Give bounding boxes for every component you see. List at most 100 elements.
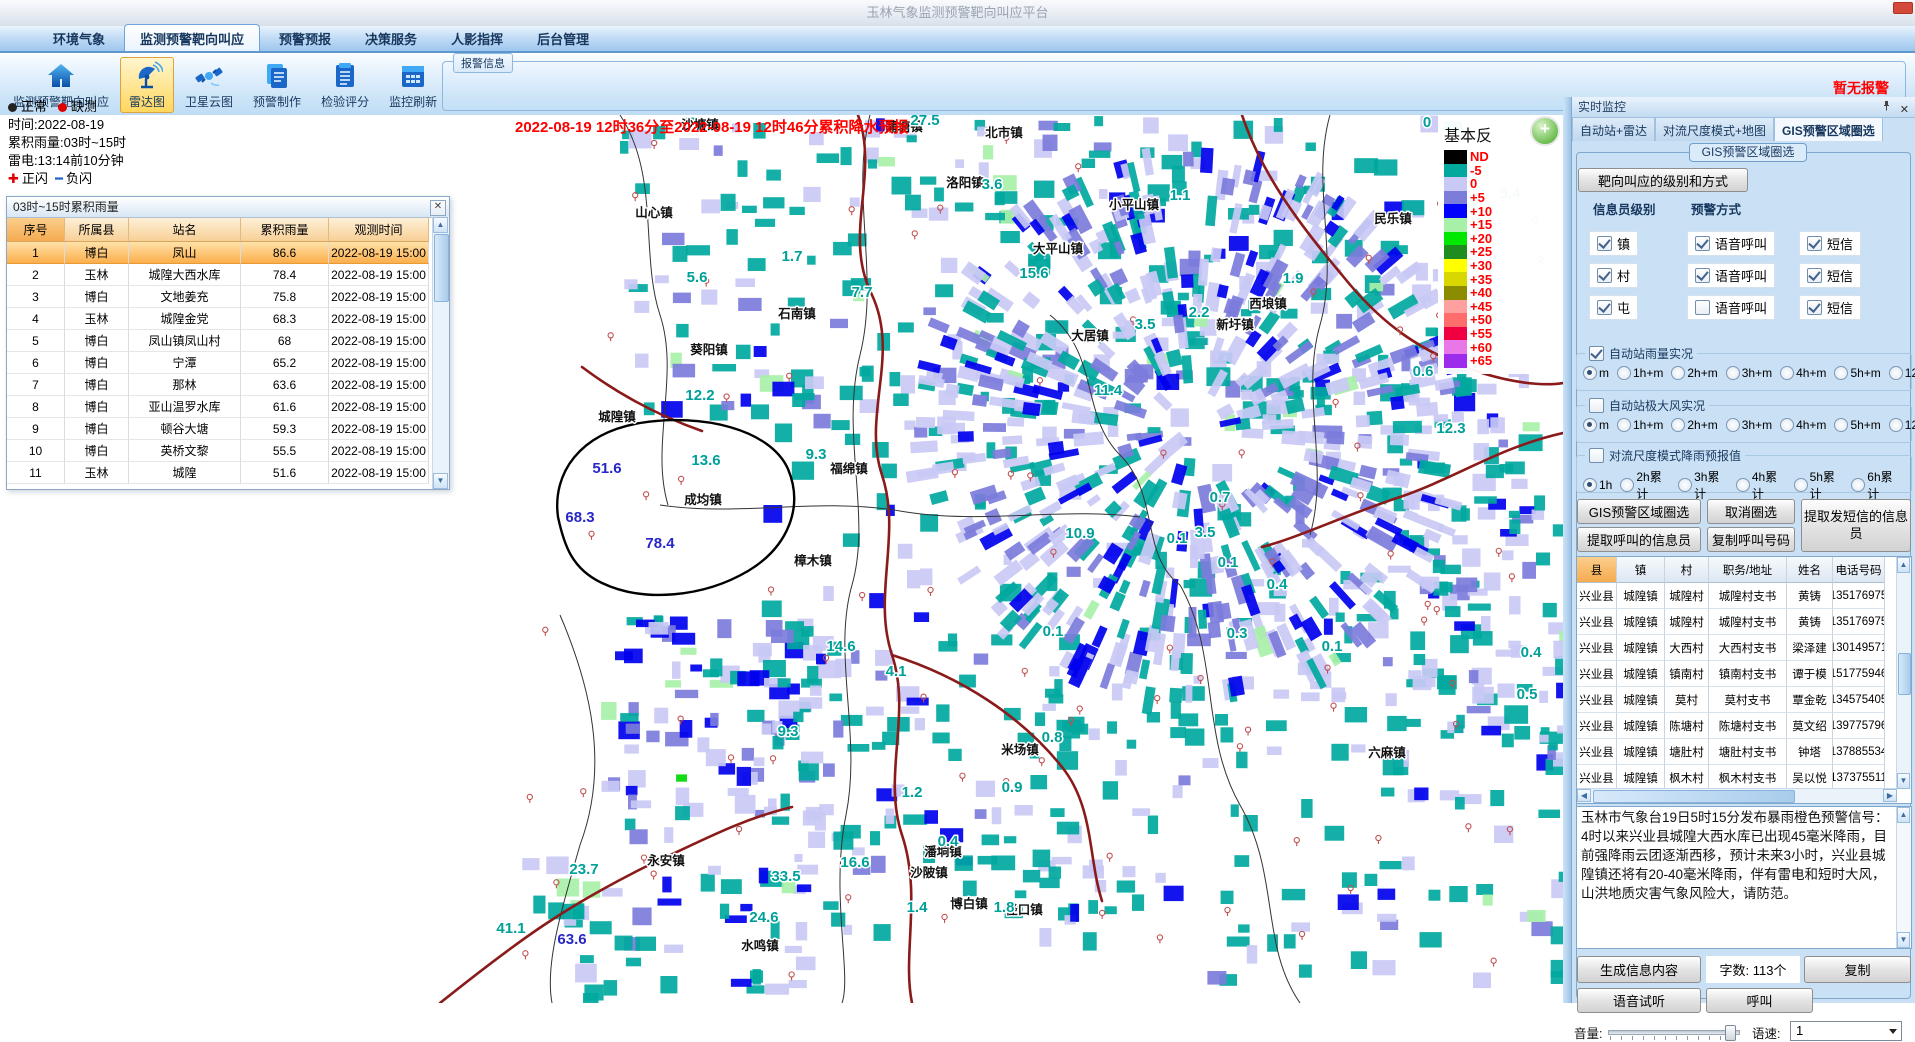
- message-scrollbar[interactable]: ▲ ▼: [1896, 807, 1911, 948]
- scroll-down-icon[interactable]: ▼: [1897, 932, 1910, 948]
- table-row[interactable]: 10博白英桥文黎55.52022-08-19 15:00: [7, 440, 449, 462]
- tool-雷达图[interactable]: 雷达图: [120, 57, 174, 113]
- tab-GIS预警区域圈选[interactable]: GIS预警区域圈选: [1774, 117, 1883, 141]
- scroll-left-icon[interactable]: ◀: [1577, 789, 1591, 802]
- checkbox-icon[interactable]: [1695, 268, 1710, 283]
- gis-select-button[interactable]: GIS预警区域圈选: [1577, 499, 1701, 524]
- radio-icon[interactable]: [1780, 418, 1794, 432]
- radio-icon[interactable]: [1617, 418, 1631, 432]
- copy-button[interactable]: 复制: [1804, 956, 1911, 983]
- sms-checkbox-镇[interactable]: 短信: [1799, 231, 1861, 256]
- menu-tab-环境气象[interactable]: 环境气象: [38, 25, 120, 51]
- slider-handle[interactable]: [1725, 1025, 1736, 1041]
- model-group-checkbox[interactable]: [1589, 448, 1604, 463]
- radio-icon[interactable]: [1583, 478, 1597, 492]
- radio-2h+m[interactable]: 2h+m: [1671, 418, 1717, 432]
- menu-tab-决策服务[interactable]: 决策服务: [350, 25, 432, 51]
- radio-icon[interactable]: [1671, 366, 1685, 380]
- voice-checkbox-镇[interactable]: 语音呼叫: [1687, 231, 1775, 256]
- table-row[interactable]: 兴业县城隍镇城隍村城隍村支书黄铸135176975: [1577, 609, 1911, 635]
- voice-preview-button[interactable]: 语音试听: [1577, 988, 1701, 1013]
- radio-icon[interactable]: [1889, 366, 1903, 380]
- sms-checkbox-屯[interactable]: 短信: [1799, 295, 1861, 320]
- checkbox-icon[interactable]: [1597, 236, 1612, 251]
- radio-icon[interactable]: [1726, 418, 1740, 432]
- table-row[interactable]: 兴业县城隍镇塘肚村塘肚村支书钟塔137885534: [1577, 739, 1911, 765]
- rain-table-scrollbar[interactable]: ▲ ▼: [432, 217, 449, 489]
- radio-1h+m[interactable]: 1h+m: [1617, 418, 1663, 432]
- radio-4h+m[interactable]: 4h+m: [1780, 418, 1826, 432]
- warning-message-box[interactable]: 玉林市气象台19日5时15分发布暴雨橙色预警信号：4时以来兴业县城隍大西水库已出…: [1576, 806, 1912, 949]
- radio-icon[interactable]: [1671, 418, 1685, 432]
- volume-slider[interactable]: [1608, 1025, 1740, 1041]
- table-row[interactable]: 4玉林城隍金党68.32022-08-19 15:00: [7, 308, 449, 330]
- tool-检验评分[interactable]: 检验评分: [312, 57, 378, 113]
- sms-checkbox-村[interactable]: 短信: [1799, 263, 1861, 288]
- checkbox-icon[interactable]: [1807, 236, 1822, 251]
- scrollbar-thumb[interactable]: [434, 234, 449, 302]
- checkbox-icon[interactable]: [1597, 300, 1612, 315]
- table-row[interactable]: 11玉林城隍51.62022-08-19 15:00: [7, 462, 449, 484]
- menu-tab-人影指挥[interactable]: 人影指挥: [436, 25, 518, 51]
- scroll-down-icon[interactable]: ▼: [433, 473, 448, 489]
- radio-icon[interactable]: [1726, 366, 1740, 380]
- table-row[interactable]: 2玉林城隍大西水库78.42022-08-19 15:00: [7, 264, 449, 286]
- close-icon[interactable]: ✕: [430, 200, 446, 216]
- radio-3h+m[interactable]: 3h+m: [1726, 418, 1772, 432]
- table-row[interactable]: 8博白亚山温罗水库61.62022-08-19 15:00: [7, 396, 449, 418]
- checkbox-icon[interactable]: [1807, 300, 1822, 315]
- radio-icon[interactable]: [1583, 418, 1597, 432]
- tab-自动站+雷达[interactable]: 自动站+雷达: [1572, 117, 1655, 141]
- radio-5h+m[interactable]: 5h+m: [1834, 418, 1880, 432]
- radio-icon[interactable]: [1678, 478, 1692, 492]
- level-checkbox-村[interactable]: 村: [1589, 263, 1638, 288]
- pin-icon[interactable]: [1881, 100, 1892, 111]
- radio-1h+m[interactable]: 1h+m: [1617, 366, 1663, 380]
- wind-group-checkbox[interactable]: [1589, 398, 1604, 413]
- radio-5h累计[interactable]: 5h累计: [1794, 468, 1844, 502]
- rain-col-header[interactable]: 序号: [7, 218, 65, 242]
- cancel-select-button[interactable]: 取消圈选: [1707, 499, 1795, 524]
- rain-group-checkbox[interactable]: [1589, 346, 1604, 361]
- radio-4h累计[interactable]: 4h累计: [1736, 468, 1786, 502]
- table-row[interactable]: 兴业县城隍镇陈塘村陈塘村支书莫文绍139775796: [1577, 713, 1911, 739]
- table-row[interactable]: 兴业县城隍镇城隍村城隍村支书黄铸135176975: [1577, 583, 1911, 609]
- table-row[interactable]: 1博白凤山86.62022-08-19 15:00: [7, 242, 449, 264]
- radio-3h+m[interactable]: 3h+m: [1726, 366, 1772, 380]
- radio-icon[interactable]: [1834, 366, 1848, 380]
- menu-tab-预警预报[interactable]: 预警预报: [264, 25, 346, 51]
- speed-dropdown[interactable]: 1: [1790, 1021, 1902, 1041]
- radio-icon[interactable]: [1583, 366, 1597, 380]
- table-row[interactable]: 兴业县城隍镇莫村莫村支书覃金乾134575405: [1577, 687, 1911, 713]
- radio-4h+m[interactable]: 4h+m: [1780, 366, 1826, 380]
- contact-col-header[interactable]: 村: [1665, 557, 1709, 583]
- checkbox-icon[interactable]: [1695, 300, 1710, 315]
- scroll-right-icon[interactable]: ▶: [1883, 789, 1897, 802]
- radio-icon[interactable]: [1794, 478, 1808, 492]
- scroll-up-icon[interactable]: ▲: [1897, 807, 1910, 823]
- table-row[interactable]: 6博白宁潭65.22022-08-19 15:00: [7, 352, 449, 374]
- tool-预警制作[interactable]: 预警制作: [244, 57, 310, 113]
- voice-checkbox-村[interactable]: 语音呼叫: [1687, 263, 1775, 288]
- tool-监控刷新[interactable]: 监控刷新: [380, 57, 446, 113]
- radio-12h+m[interactable]: 12h+m: [1889, 418, 1915, 432]
- contact-col-header[interactable]: 职务/地址: [1709, 557, 1787, 583]
- radio-icon[interactable]: [1780, 366, 1794, 380]
- window-close-button[interactable]: [1893, 2, 1913, 14]
- extract-call-button[interactable]: 提取呼叫的信息员: [1577, 527, 1701, 552]
- checkbox-icon[interactable]: [1695, 236, 1710, 251]
- radio-icon[interactable]: [1889, 418, 1903, 432]
- copy-numbers-button[interactable]: 复制呼叫号码: [1707, 527, 1795, 552]
- radio-m[interactable]: m: [1583, 366, 1609, 380]
- contact-col-header[interactable]: 姓名: [1787, 557, 1833, 583]
- radio-icon[interactable]: [1834, 418, 1848, 432]
- level-checkbox-屯[interactable]: 屯: [1589, 295, 1638, 320]
- contact-vertical-scrollbar[interactable]: ▲ ▼: [1896, 557, 1911, 789]
- radio-5h+m[interactable]: 5h+m: [1834, 366, 1880, 380]
- scroll-up-icon[interactable]: ▲: [433, 217, 448, 233]
- rain-col-header[interactable]: 站名: [129, 218, 241, 242]
- contact-col-header[interactable]: 县: [1577, 557, 1617, 583]
- extract-sms-button[interactable]: 提取发短信的信息员: [1801, 499, 1911, 552]
- radio-icon[interactable]: [1736, 478, 1750, 492]
- table-row[interactable]: 兴业县城隍镇镇南村镇南村支书谭于模151775946: [1577, 661, 1911, 687]
